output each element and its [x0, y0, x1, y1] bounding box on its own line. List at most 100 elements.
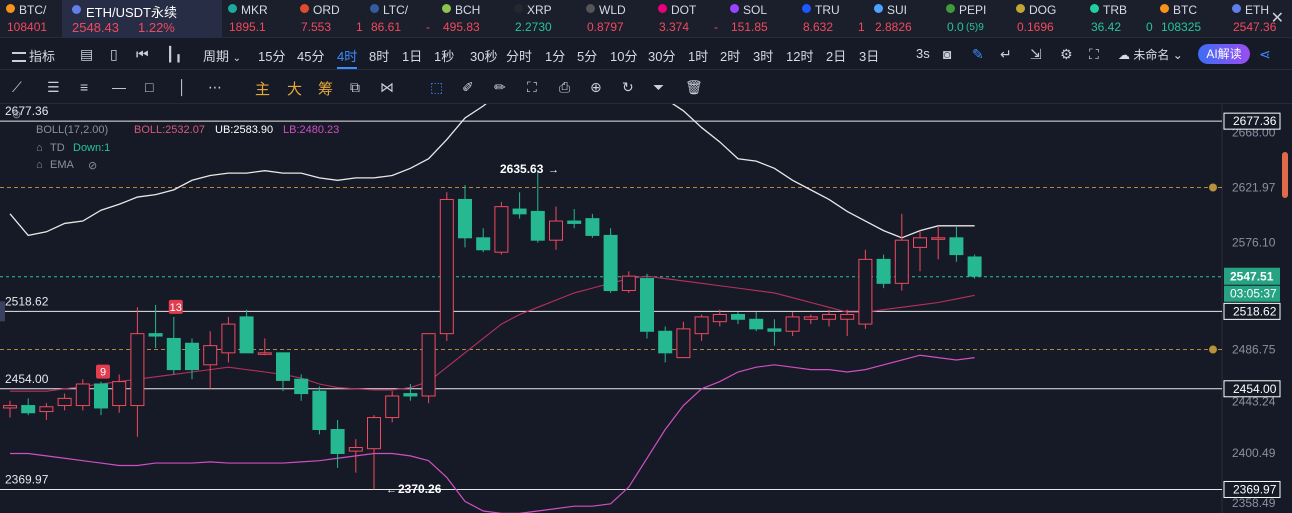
magnet-icon[interactable]: ⋈: [380, 79, 394, 96]
frame-icon[interactable]: ⛶: [527, 79, 537, 96]
ticker-wld-7[interactable]: WLD 0.8797: [584, 0, 656, 38]
trash-icon[interactable]: 🗑: [685, 79, 703, 96]
more-icon[interactable]: ⋯: [208, 79, 222, 96]
candle-type-icon[interactable]: ┃╻: [166, 46, 183, 63]
candle[interactable]: [494, 206, 509, 253]
ticker-ord-3[interactable]: ORD 7.553 1: [298, 0, 368, 38]
ticker-btc[interactable]: BTC/108401: [4, 0, 66, 38]
fib-icon[interactable]: ≡: [80, 79, 88, 95]
indicators-button[interactable]: 指标: [12, 46, 55, 65]
interval-6[interactable]: 30秒: [470, 46, 497, 65]
interval-10[interactable]: 10分: [610, 46, 637, 65]
ai-analysis-button[interactable]: AI解读: [1198, 44, 1250, 64]
ticker-sui-11[interactable]: SUI 2.8826: [872, 0, 944, 38]
candle[interactable]: [840, 313, 855, 320]
alert-dot[interactable]: [1209, 345, 1217, 354]
ticker-tru-10[interactable]: TRU 8.632 1: [800, 0, 872, 38]
trend-line-icon[interactable]: ⟋: [12, 79, 22, 96]
candle[interactable]: [567, 220, 582, 224]
camera-icon[interactable]: ◙: [943, 46, 951, 62]
interval-13[interactable]: 2时: [720, 46, 740, 65]
candle[interactable]: [185, 342, 199, 371]
scrollbar-thumb[interactable]: [1282, 152, 1288, 198]
interval-14[interactable]: 3时: [753, 46, 773, 65]
interval-7[interactable]: 分时: [506, 46, 532, 65]
interval-17[interactable]: 3日: [859, 46, 879, 65]
ticker-doge-13[interactable]: DOG 0.1696: [1014, 0, 1088, 38]
candle[interactable]: [822, 313, 836, 320]
candle[interactable]: [585, 218, 600, 236]
interval-5[interactable]: 1秒: [434, 46, 454, 65]
candle[interactable]: [603, 234, 618, 292]
ticker-trb-14[interactable]: TRB 36.42 0: [1088, 0, 1158, 38]
candle[interactable]: [785, 316, 800, 332]
candle[interactable]: [658, 330, 673, 354]
candle[interactable]: [458, 198, 472, 239]
candle[interactable]: [749, 318, 764, 330]
visibility-off-icon[interactable]: ⊘: [88, 159, 97, 172]
calendar-icon[interactable]: ▤: [80, 46, 93, 63]
candle[interactable]: [239, 316, 254, 354]
layout-name-dropdown[interactable]: ☁ 未命名 ⌄: [1118, 46, 1183, 63]
pen-icon[interactable]: ✎: [972, 46, 984, 63]
refresh-icon[interactable]: ↻: [622, 79, 634, 96]
candle[interactable]: [858, 258, 873, 325]
candle[interactable]: [348, 446, 363, 452]
candle[interactable]: [731, 313, 745, 320]
alert-dot[interactable]: [1209, 183, 1217, 192]
ticker-dot-8[interactable]: DOT 3.374 -: [656, 0, 728, 38]
candle[interactable]: [57, 397, 72, 407]
candle[interactable]: [949, 237, 964, 256]
candle[interactable]: [439, 198, 454, 335]
candle[interactable]: [403, 393, 418, 397]
candle[interactable]: [166, 337, 181, 371]
settings-icon[interactable]: ⚙: [1060, 46, 1073, 63]
candle[interactable]: [203, 345, 218, 366]
interval-11[interactable]: 30分: [648, 46, 675, 65]
parallel-lines-icon[interactable]: ☰: [47, 79, 60, 96]
ticker-ltc-4[interactable]: LTC/86.61 -: [368, 0, 440, 38]
big-order-button[interactable]: 大: [287, 78, 302, 99]
candle[interactable]: [276, 352, 290, 381]
rectangle-icon[interactable]: □: [145, 79, 153, 95]
candle[interactable]: [330, 429, 345, 454]
candle[interactable]: [148, 333, 163, 337]
candle[interactable]: [21, 405, 36, 414]
interval-16[interactable]: 2日: [826, 46, 846, 65]
candle[interactable]: [931, 237, 946, 240]
candle[interactable]: [512, 208, 527, 215]
interval-4[interactable]: 1日: [402, 46, 422, 65]
close-icon[interactable]: ✕: [1271, 8, 1284, 28]
edit-icon[interactable]: ⧉: [350, 79, 360, 96]
share-icon[interactable]: ⋖: [1259, 46, 1271, 63]
rewind-icon[interactable]: ⏮: [136, 46, 149, 63]
candle[interactable]: [476, 237, 491, 251]
interval-1[interactable]: 45分: [297, 46, 324, 65]
candle[interactable]: [621, 275, 636, 292]
ticker-eth[interactable]: ETH/USDT永续 2548.43 1.22%: [62, 0, 222, 38]
candle[interactable]: [312, 390, 327, 431]
horizontal-line-icon[interactable]: —: [112, 79, 126, 95]
candle[interactable]: [294, 378, 309, 395]
main-force-button[interactable]: 主: [255, 78, 270, 99]
brush-icon[interactable]: ✐: [462, 79, 474, 96]
lock-icon[interactable]: ⎙: [559, 79, 570, 96]
interval-0[interactable]: 15分: [258, 46, 285, 65]
candle[interactable]: [112, 381, 127, 407]
candle[interactable]: [913, 237, 927, 248]
interval-15[interactable]: 12时: [786, 46, 813, 65]
candle[interactable]: [530, 210, 545, 241]
candle[interactable]: [640, 278, 654, 332]
price-chart[interactable]: 2668.002621.972576.102531.002486.752443.…: [0, 104, 1292, 513]
select-icon[interactable]: ⬚: [430, 79, 443, 96]
candle[interactable]: [75, 383, 90, 407]
candle[interactable]: [712, 313, 727, 323]
candle[interactable]: [130, 333, 145, 407]
interval-3s[interactable]: 3s: [916, 46, 930, 61]
reply-icon[interactable]: ↵: [1000, 46, 1012, 63]
candle[interactable]: [803, 316, 818, 320]
interval-2[interactable]: 4时: [337, 46, 358, 69]
collapse-icon[interactable]: ⊚: [12, 108, 21, 121]
candle[interactable]: [894, 239, 909, 284]
chip-button[interactable]: 筹: [318, 78, 333, 99]
